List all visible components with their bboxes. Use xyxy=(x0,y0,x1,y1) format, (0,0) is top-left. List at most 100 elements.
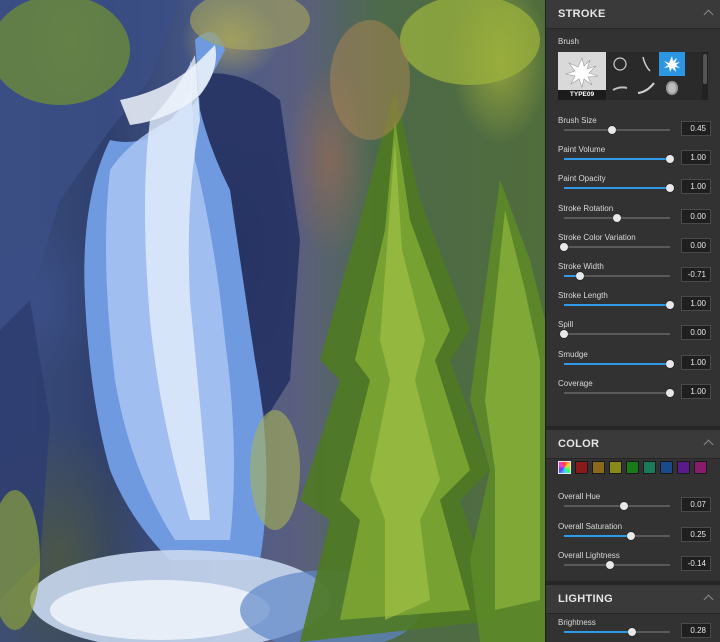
smudge-slider-fill xyxy=(564,362,670,365)
overall-hue-label: Overall Hue xyxy=(558,492,601,501)
color-swatch[interactable] xyxy=(643,461,656,474)
overall-saturation-slider[interactable] xyxy=(564,531,670,540)
brightness-slider-knob[interactable] xyxy=(627,628,636,636)
overall-lightness-value-input[interactable]: -0.14 xyxy=(681,556,711,571)
overall-hue-slider[interactable] xyxy=(564,502,670,510)
paint-opacity-value-input[interactable]: 1.00 xyxy=(681,179,711,195)
brush-thumb-splatter[interactable] xyxy=(659,52,685,76)
paint-volume-slider-fill xyxy=(564,158,670,161)
brush-size-value-input[interactable]: 0.45 xyxy=(681,121,711,136)
brightness-slider[interactable] xyxy=(564,628,670,636)
overall-lightness-slider-knob[interactable] xyxy=(605,561,614,569)
splatter-brush-large-icon xyxy=(564,57,599,89)
brush-size-slider-knob[interactable] xyxy=(607,126,616,134)
stroke-color-variation-slider[interactable] xyxy=(560,242,670,251)
color-swatch[interactable] xyxy=(694,461,707,474)
brightness-label: Brightness xyxy=(558,618,596,627)
curve-brush-icon xyxy=(642,56,651,72)
overall-lightness-label: Overall Lightness xyxy=(558,551,620,560)
stroke-rotation-label: Stroke Rotation xyxy=(558,203,614,213)
stroke-width-label: Stroke Width xyxy=(558,262,604,271)
settings-panel: STROKE Brush TYPE09 Brush Size 0.45 Pain… xyxy=(545,0,720,642)
brush-thumb-loop[interactable] xyxy=(607,52,633,76)
brush-thumb-curve[interactable] xyxy=(633,52,659,76)
coverage-label: Coverage xyxy=(558,378,593,388)
brush-scrollbar[interactable] xyxy=(702,52,708,100)
paint-opacity-slider-fill xyxy=(564,187,670,190)
smudge-label: Smudge xyxy=(558,349,588,359)
overall-saturation-value-input[interactable]: 0.25 xyxy=(681,526,711,542)
lighting-section-header[interactable]: LIGHTING xyxy=(546,585,720,614)
overall-hue-value-input[interactable]: 0.07 xyxy=(681,497,711,512)
stroke-length-slider[interactable] xyxy=(564,301,674,310)
stroke-section-title: STROKE xyxy=(558,8,606,20)
stroke-color-variation-slider-knob[interactable] xyxy=(560,242,568,251)
feather-brush-icon xyxy=(637,82,655,95)
smudge-value-input[interactable]: 1.00 xyxy=(681,354,711,370)
overall-hue-slider-knob[interactable] xyxy=(620,502,629,510)
stroke-rotation-slider[interactable] xyxy=(564,213,670,222)
stroke-length-slider-knob[interactable] xyxy=(666,301,674,310)
selected-brush-name: TYPE09 xyxy=(558,90,606,100)
brush-thumb-sponge[interactable] xyxy=(659,76,685,100)
brightness-slider-fill xyxy=(564,631,632,633)
coverage-slider[interactable] xyxy=(564,388,674,397)
brush-thumb-feather[interactable] xyxy=(633,76,659,100)
overall-saturation-slider-knob[interactable] xyxy=(626,531,635,540)
collapse-chevron-icon[interactable] xyxy=(703,9,714,20)
loop-brush-icon xyxy=(613,57,627,71)
painting-canvas[interactable] xyxy=(0,0,545,642)
collapse-chevron-icon[interactable] xyxy=(703,439,714,450)
smudge-slider[interactable] xyxy=(564,359,674,368)
coverage-slider-knob[interactable] xyxy=(666,388,674,397)
splatter-brush-icon xyxy=(664,56,680,72)
paint-opacity-slider[interactable] xyxy=(564,184,674,193)
stroke-width-slider[interactable] xyxy=(564,272,670,280)
overall-lightness-slider[interactable] xyxy=(564,561,670,569)
spill-value-input[interactable]: 0.00 xyxy=(681,325,711,341)
color-section-header[interactable]: COLOR xyxy=(546,430,720,459)
lighting-section-title: LIGHTING xyxy=(558,593,613,605)
overall-saturation-slider-fill xyxy=(564,534,631,537)
brush-picker: TYPE09 xyxy=(558,52,708,100)
collapse-chevron-icon[interactable] xyxy=(703,594,714,605)
paint-volume-slider-knob[interactable] xyxy=(666,155,674,164)
paint-volume-label: Paint Volume xyxy=(558,145,606,155)
stroke-color-variation-label: Stroke Color Variation xyxy=(558,232,636,242)
color-swatch[interactable] xyxy=(592,461,605,474)
stroke-length-slider-fill xyxy=(564,304,670,307)
stroke-width-slider-knob[interactable] xyxy=(575,272,584,280)
brush-size-slider[interactable] xyxy=(564,126,670,134)
sponge-brush-icon xyxy=(666,81,678,95)
stroke-length-value-input[interactable]: 1.00 xyxy=(681,296,711,312)
color-section-title: COLOR xyxy=(558,438,600,450)
spill-label: Spill xyxy=(558,320,574,330)
stroke-width-value-input[interactable]: -0.71 xyxy=(681,267,711,282)
spill-slider-knob[interactable] xyxy=(560,330,568,339)
color-swatch-multicolor[interactable] xyxy=(558,461,571,474)
stroke-rotation-value-input[interactable]: 0.00 xyxy=(681,208,711,224)
color-swatch[interactable] xyxy=(626,461,639,474)
color-swatch[interactable] xyxy=(575,461,588,474)
brush-scrollbar-thumb[interactable] xyxy=(703,54,707,84)
overall-saturation-label: Overall Saturation xyxy=(558,521,623,531)
spill-slider[interactable] xyxy=(560,330,670,339)
paint-opacity-label: Paint Opacity xyxy=(558,174,606,184)
paint-volume-slider[interactable] xyxy=(564,155,674,164)
paint-volume-value-input[interactable]: 1.00 xyxy=(681,150,711,166)
stroke-color-variation-value-input[interactable]: 0.00 xyxy=(681,237,711,253)
stroke-rotation-slider-knob[interactable] xyxy=(613,213,621,222)
brightness-value-input[interactable]: 0.28 xyxy=(681,623,711,638)
brush-size-label: Brush Size xyxy=(558,116,597,125)
stroke-section-header[interactable]: STROKE xyxy=(546,0,720,29)
color-swatch[interactable] xyxy=(660,461,673,474)
paint-opacity-slider-knob[interactable] xyxy=(666,184,674,193)
smudge-slider-knob[interactable] xyxy=(666,359,674,368)
brush-thumb-smear[interactable] xyxy=(607,76,633,100)
stroke-length-label: Stroke Length xyxy=(558,291,608,301)
coverage-value-input[interactable]: 1.00 xyxy=(681,383,711,399)
color-swatch[interactable] xyxy=(609,461,622,474)
color-swatch[interactable] xyxy=(677,461,690,474)
selected-brush-preview[interactable]: TYPE09 xyxy=(558,52,606,100)
painting-artwork xyxy=(0,0,545,642)
